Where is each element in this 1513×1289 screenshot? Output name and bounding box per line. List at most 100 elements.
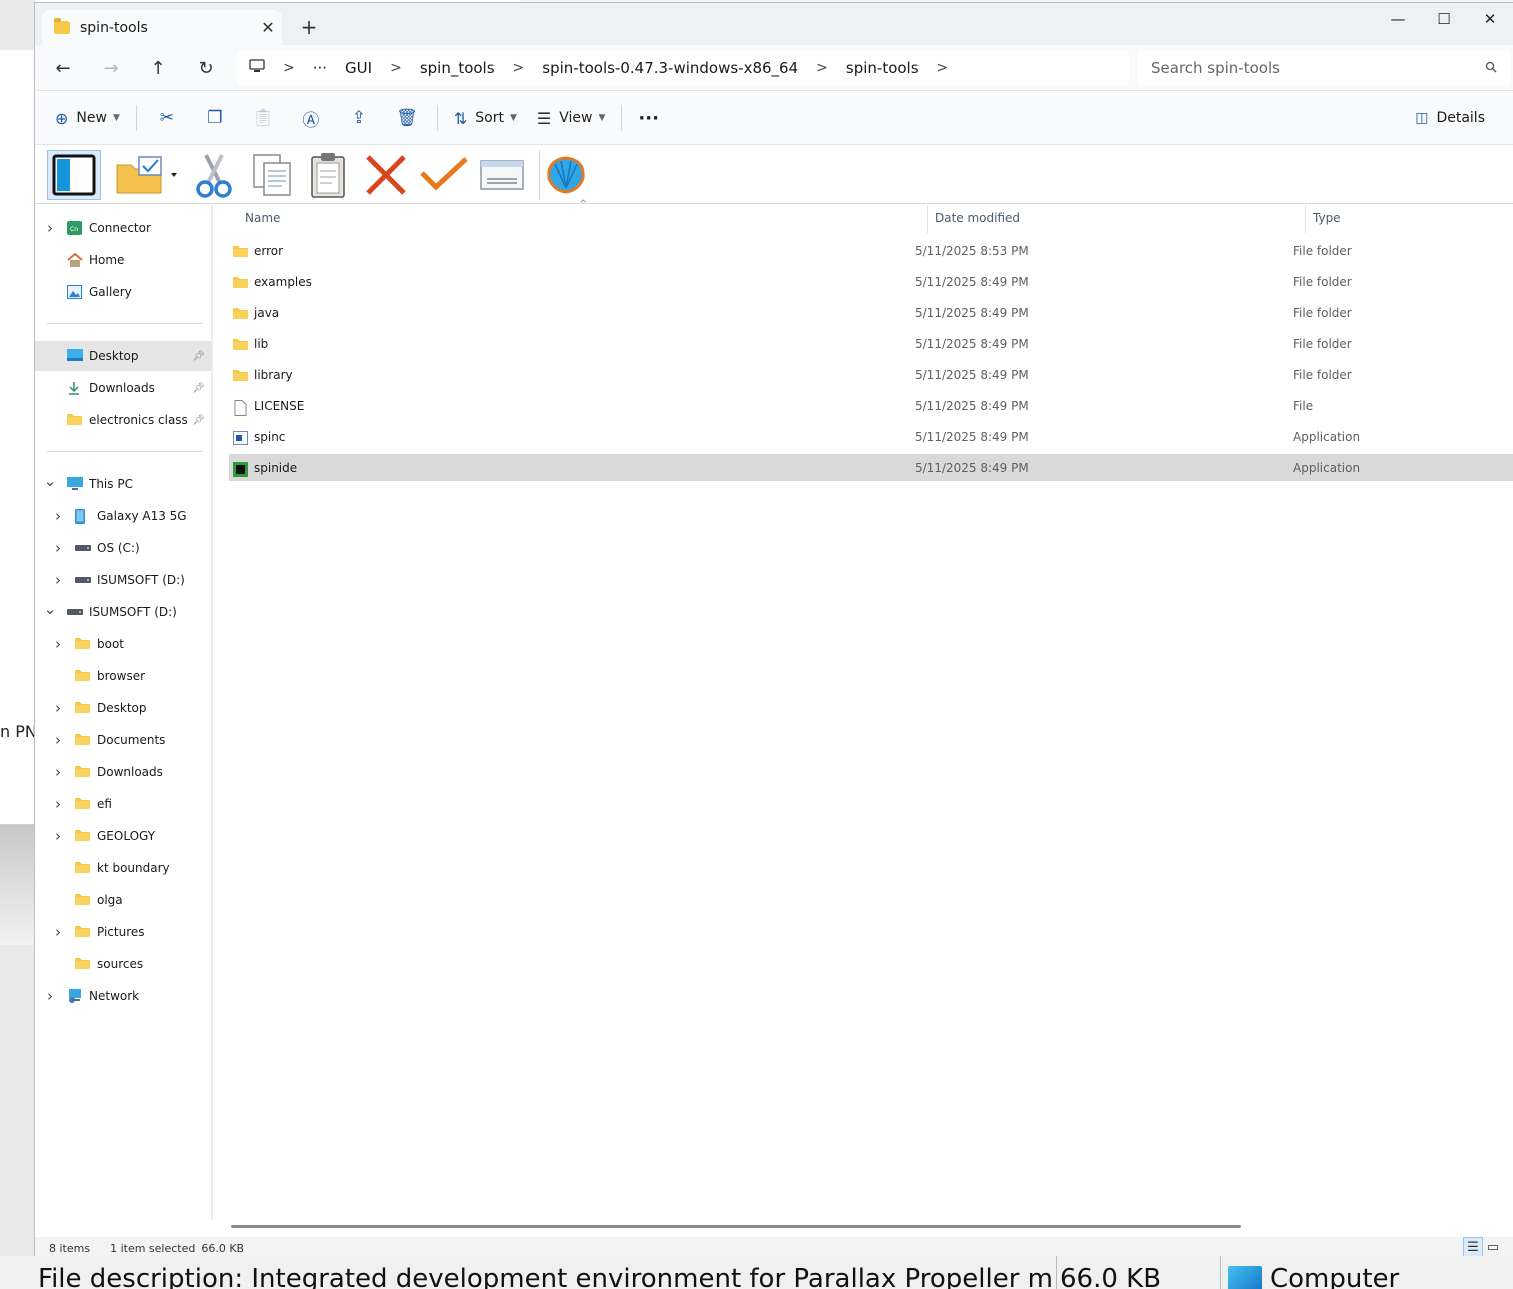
close-button[interactable]: ✕: [1467, 3, 1513, 35]
sidebar-item-connector[interactable]: › Cn Connector: [35, 213, 211, 243]
column-divider[interactable]: [1305, 205, 1306, 233]
sidebar-item-browser[interactable]: browser: [35, 661, 211, 691]
navigation-pane-scrollbar[interactable]: [211, 205, 213, 1220]
chevron-right-icon[interactable]: ›: [51, 795, 65, 813]
sidebar-item-this-pc[interactable]: ⌄ This PC: [35, 469, 211, 499]
details-pane-button[interactable]: ◫ Details: [1415, 101, 1485, 135]
chevron-right-icon[interactable]: ›: [51, 827, 65, 845]
chevron-right-icon[interactable]: ›: [51, 635, 65, 653]
cut-toolbar-button[interactable]: [187, 150, 241, 200]
file-name-cell[interactable]: java: [229, 306, 915, 320]
column-header-name[interactable]: Name: [245, 211, 280, 225]
sidebar-item-downloads[interactable]: › Downloads: [35, 757, 211, 787]
file-name-cell[interactable]: error: [229, 244, 915, 258]
chevron-right-icon[interactable]: >: [283, 60, 295, 76]
chevron-right-icon[interactable]: >: [390, 60, 402, 76]
select-folder-button[interactable]: [111, 150, 183, 200]
new-tab-button[interactable]: +: [297, 15, 321, 39]
chevron-right-icon[interactable]: >: [816, 60, 828, 76]
file-name-cell[interactable]: spinc: [229, 430, 915, 445]
shell-toolbar-button[interactable]: [539, 150, 593, 200]
sidebar-item-desktop[interactable]: Desktop 📌︎: [35, 341, 211, 371]
cut-button[interactable]: ✂: [143, 101, 191, 135]
file-name-cell[interactable]: library: [229, 368, 915, 382]
search-box[interactable]: Search spin-tools: [1137, 51, 1511, 85]
file-row-examples[interactable]: examples 5/11/2025 8:49 PM File folder: [229, 268, 1513, 295]
properties-toolbar-button[interactable]: [475, 150, 529, 200]
breadcrumb-overflow[interactable]: ···: [313, 59, 327, 77]
chevron-right-icon[interactable]: ›: [51, 507, 65, 525]
refresh-button[interactable]: ↻: [190, 54, 222, 82]
paste-button[interactable]: 📋︎: [239, 101, 287, 135]
horizontal-scrollbar[interactable]: [231, 1225, 1241, 1228]
computer-icon[interactable]: [249, 59, 265, 77]
file-row-library[interactable]: library 5/11/2025 8:49 PM File folder: [229, 361, 1513, 388]
share-button[interactable]: ⇪: [335, 101, 383, 135]
file-row-license[interactable]: LICENSE 5/11/2025 8:49 PM File: [229, 392, 1513, 419]
chevron-right-icon[interactable]: >: [937, 60, 949, 76]
sidebar-item-geology[interactable]: › GEOLOGY: [35, 821, 211, 851]
sidebar-item-kt-boundary[interactable]: kt boundary: [35, 853, 211, 883]
tiles-view-button[interactable]: ▭: [1483, 1237, 1503, 1257]
sidebar-item-galaxy-a13-5g[interactable]: › Galaxy A13 5G: [35, 501, 211, 531]
file-row-spinc[interactable]: spinc 5/11/2025 8:49 PM Application: [229, 423, 1513, 450]
chevron-right-icon[interactable]: ›: [51, 571, 65, 589]
address-bar[interactable]: > ··· GUI > spin_tools > spin-tools-0.47…: [237, 51, 1129, 85]
tab-spin-tools[interactable]: spin-tools ✕: [42, 10, 282, 45]
new-button[interactable]: ⊕ New ▼: [45, 101, 130, 135]
file-name-cell[interactable]: lib: [229, 337, 915, 351]
column-divider[interactable]: [927, 205, 928, 233]
sidebar-item-efi[interactable]: › efi: [35, 789, 211, 819]
chevron-right-icon[interactable]: ›: [43, 219, 57, 237]
file-name-cell[interactable]: spinide: [229, 461, 915, 477]
delete-button[interactable]: 🗑︎: [383, 101, 431, 135]
chevron-right-icon[interactable]: ›: [43, 987, 57, 1005]
paste-toolbar-button[interactable]: [301, 150, 355, 200]
breadcrumb-version-folder[interactable]: spin-tools-0.47.3-windows-x86_64: [542, 59, 798, 77]
sidebar-item-os-c[interactable]: › OS (C:): [35, 533, 211, 563]
chevron-right-icon[interactable]: ›: [51, 539, 65, 557]
navigation-pane-button[interactable]: [47, 150, 101, 200]
copy-button[interactable]: ❐: [191, 101, 239, 135]
chevron-down-icon[interactable]: ⌄: [43, 472, 57, 490]
minimize-button[interactable]: —: [1375, 3, 1421, 35]
chevron-right-icon[interactable]: ›: [51, 731, 65, 749]
sidebar-item-gallery[interactable]: Gallery: [35, 277, 211, 307]
sidebar-item-isumsoft-d[interactable]: › ISUMSOFT (D:): [35, 565, 211, 595]
column-header-type[interactable]: Type: [1313, 211, 1341, 225]
file-name-cell[interactable]: LICENSE: [229, 399, 915, 416]
sidebar-item-isumsoft-d[interactable]: ⌄ ISUMSOFT (D:): [35, 597, 211, 627]
sidebar-item-boot[interactable]: › boot: [35, 629, 211, 659]
more-options-button[interactable]: ···: [628, 101, 669, 135]
sidebar-item-sources[interactable]: sources: [35, 949, 211, 979]
chevron-right-icon[interactable]: ›: [51, 699, 65, 717]
delete-toolbar-button[interactable]: [359, 150, 413, 200]
sort-button[interactable]: ⇅ Sort ▼: [444, 101, 527, 135]
forward-button[interactable]: →: [95, 54, 127, 82]
sidebar-item-network[interactable]: › Network: [35, 981, 211, 1011]
file-row-error[interactable]: error 5/11/2025 8:53 PM File folder: [229, 237, 1513, 264]
confirm-toolbar-button[interactable]: [417, 150, 471, 200]
chevron-right-icon[interactable]: ›: [51, 763, 65, 781]
sidebar-item-olga[interactable]: olga: [35, 885, 211, 915]
chevron-right-icon[interactable]: >: [513, 60, 525, 76]
chevron-right-icon[interactable]: ›: [51, 923, 65, 941]
file-row-java[interactable]: java 5/11/2025 8:49 PM File folder: [229, 299, 1513, 326]
file-row-lib[interactable]: lib 5/11/2025 8:49 PM File folder: [229, 330, 1513, 357]
sidebar-item-downloads[interactable]: Downloads 📌︎: [35, 373, 211, 403]
up-button[interactable]: ↑: [142, 54, 174, 82]
breadcrumb-current[interactable]: spin-tools: [846, 59, 919, 77]
rename-button[interactable]: Ⓐ: [287, 101, 335, 135]
sidebar-item-home[interactable]: Home: [35, 245, 211, 275]
maximize-button[interactable]: ☐: [1421, 3, 1467, 35]
file-name-cell[interactable]: examples: [229, 275, 915, 289]
back-button[interactable]: ←: [47, 54, 79, 82]
sidebar-item-electronics-class[interactable]: electronics class 📌︎: [35, 405, 211, 435]
sidebar-item-pictures[interactable]: › Pictures: [35, 917, 211, 947]
copy-toolbar-button[interactable]: [245, 150, 299, 200]
search-input[interactable]: Search spin-tools: [1151, 59, 1280, 77]
column-header-date[interactable]: Date modified: [935, 211, 1020, 225]
breadcrumb-spin-tools-parent[interactable]: spin_tools: [420, 59, 495, 77]
sidebar-item-desktop[interactable]: › Desktop: [35, 693, 211, 723]
chevron-down-icon[interactable]: ⌄: [43, 600, 57, 618]
